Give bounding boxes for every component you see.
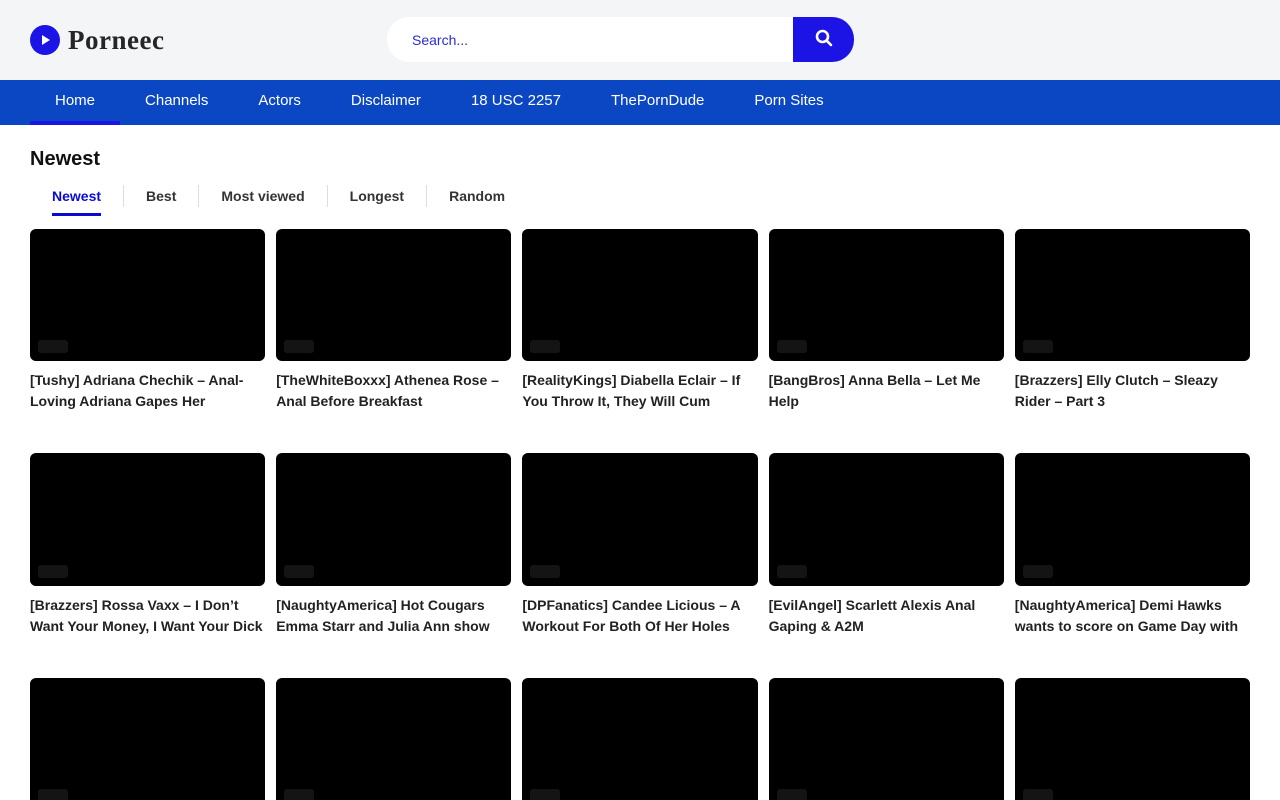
video-title: [TheWhiteBoxxx] Athenea Rose – Anal Befo… bbox=[276, 370, 511, 412]
video-title: [NaughtyAmerica] Hot Cougars Emma Starr … bbox=[276, 595, 511, 637]
duration-badge bbox=[777, 789, 807, 800]
video-card[interactable]: [TheWhiteBoxxx] Athenea Rose – Anal Befo… bbox=[276, 229, 511, 412]
sort-tab[interactable]: Most viewed bbox=[221, 185, 304, 216]
search-button[interactable] bbox=[793, 17, 854, 62]
brand-name: Porneec bbox=[68, 25, 164, 56]
video-title: [BangBros] Anna Bella – Let Me Help bbox=[769, 370, 1004, 412]
video-title: [Brazzers] Elly Clutch – Sleazy Rider – … bbox=[1015, 370, 1250, 412]
duration-badge bbox=[530, 565, 560, 578]
video-thumbnail[interactable] bbox=[522, 678, 757, 800]
duration-badge bbox=[38, 565, 68, 578]
tab-divider bbox=[327, 185, 328, 207]
video-card[interactable]: [EvilAngel] Scarlett Alexis Anal Gaping … bbox=[769, 453, 1004, 636]
video-thumbnail[interactable] bbox=[1015, 678, 1250, 800]
sort-tab[interactable]: Longest bbox=[350, 185, 404, 216]
video-thumbnail[interactable] bbox=[276, 229, 511, 361]
search-icon bbox=[813, 27, 835, 52]
duration-badge bbox=[38, 789, 68, 800]
video-thumbnail[interactable] bbox=[769, 229, 1004, 361]
video-grid: [Tushy] Adriana Chechik – Anal-Loving Ad… bbox=[30, 229, 1250, 800]
tab-divider bbox=[426, 185, 427, 207]
video-thumbnail[interactable] bbox=[30, 229, 265, 361]
duration-badge bbox=[38, 340, 68, 353]
video-card[interactable]: [NaughtyAmerica] Demi Hawks wants to sco… bbox=[1015, 453, 1250, 636]
video-card[interactable] bbox=[522, 678, 757, 800]
search-form bbox=[387, 17, 854, 62]
video-card[interactable] bbox=[276, 678, 511, 800]
video-thumbnail[interactable] bbox=[1015, 453, 1250, 585]
duration-badge bbox=[1023, 340, 1053, 353]
video-card[interactable]: [NaughtyAmerica] Hot Cougars Emma Starr … bbox=[276, 453, 511, 636]
video-thumbnail[interactable] bbox=[769, 678, 1004, 800]
search-input[interactable] bbox=[387, 17, 793, 62]
duration-badge bbox=[1023, 565, 1053, 578]
duration-badge bbox=[530, 789, 560, 800]
sort-tab[interactable]: Best bbox=[146, 185, 176, 216]
nav-link[interactable]: Disclaimer bbox=[326, 80, 446, 125]
video-card[interactable] bbox=[769, 678, 1004, 800]
video-title: [NaughtyAmerica] Demi Hawks wants to sco… bbox=[1015, 595, 1250, 637]
nav-link[interactable]: Home bbox=[30, 80, 120, 125]
play-icon bbox=[30, 25, 60, 55]
video-card[interactable] bbox=[1015, 678, 1250, 800]
video-thumbnail[interactable] bbox=[522, 229, 757, 361]
sort-tabs: Newest Best Most viewed Longest Random bbox=[30, 185, 1250, 217]
video-thumbnail[interactable] bbox=[30, 453, 265, 585]
video-card[interactable]: [Brazzers] Elly Clutch – Sleazy Rider – … bbox=[1015, 229, 1250, 412]
video-title: [Brazzers] Rossa Vaxx – I Don’t Want You… bbox=[30, 595, 265, 637]
video-card[interactable]: [Brazzers] Rossa Vaxx – I Don’t Want You… bbox=[30, 453, 265, 636]
duration-badge bbox=[284, 565, 314, 578]
video-card[interactable] bbox=[30, 678, 265, 800]
main-content: Newest Newest Best Most viewed Longest R… bbox=[0, 148, 1280, 800]
main-nav: Home Channels Actors Disclaimer 18 USC 2… bbox=[0, 80, 1280, 125]
duration-badge bbox=[530, 340, 560, 353]
sort-tab[interactable]: Random bbox=[449, 185, 505, 216]
video-card[interactable]: [DPFanatics] Candee Licious – A Workout … bbox=[522, 453, 757, 636]
video-thumbnail[interactable] bbox=[522, 453, 757, 585]
tab-divider bbox=[123, 185, 124, 207]
tab-divider bbox=[198, 185, 199, 207]
nav-link[interactable]: Actors bbox=[233, 80, 326, 125]
nav-link[interactable]: Porn Sites bbox=[729, 80, 848, 125]
video-card[interactable]: [RealityKings] Diabella Eclair – If You … bbox=[522, 229, 757, 412]
duration-badge bbox=[1023, 789, 1053, 800]
video-thumbnail[interactable] bbox=[276, 678, 511, 800]
video-thumbnail[interactable] bbox=[1015, 229, 1250, 361]
video-title: [DPFanatics] Candee Licious – A Workout … bbox=[522, 595, 757, 637]
duration-badge bbox=[284, 789, 314, 800]
video-title: [RealityKings] Diabella Eclair – If You … bbox=[522, 370, 757, 412]
video-title: [EvilAngel] Scarlett Alexis Anal Gaping … bbox=[769, 595, 1004, 637]
video-card[interactable]: [BangBros] Anna Bella – Let Me Help bbox=[769, 229, 1004, 412]
site-header: Porneec bbox=[0, 0, 1280, 80]
nav-link[interactable]: ThePornDude bbox=[586, 80, 729, 125]
brand-logo[interactable]: Porneec bbox=[30, 0, 164, 80]
page-heading: Newest bbox=[30, 148, 1250, 171]
video-title: [Tushy] Adriana Chechik – Anal-Loving Ad… bbox=[30, 370, 265, 412]
video-thumbnail[interactable] bbox=[769, 453, 1004, 585]
nav-link[interactable]: Channels bbox=[120, 80, 233, 125]
video-thumbnail[interactable] bbox=[276, 453, 511, 585]
sort-tab[interactable]: Newest bbox=[52, 185, 101, 216]
duration-badge bbox=[284, 340, 314, 353]
video-thumbnail[interactable] bbox=[30, 678, 265, 800]
video-card[interactable]: [Tushy] Adriana Chechik – Anal-Loving Ad… bbox=[30, 229, 265, 412]
duration-badge bbox=[777, 340, 807, 353]
duration-badge bbox=[777, 565, 807, 578]
nav-link[interactable]: 18 USC 2257 bbox=[446, 80, 586, 125]
